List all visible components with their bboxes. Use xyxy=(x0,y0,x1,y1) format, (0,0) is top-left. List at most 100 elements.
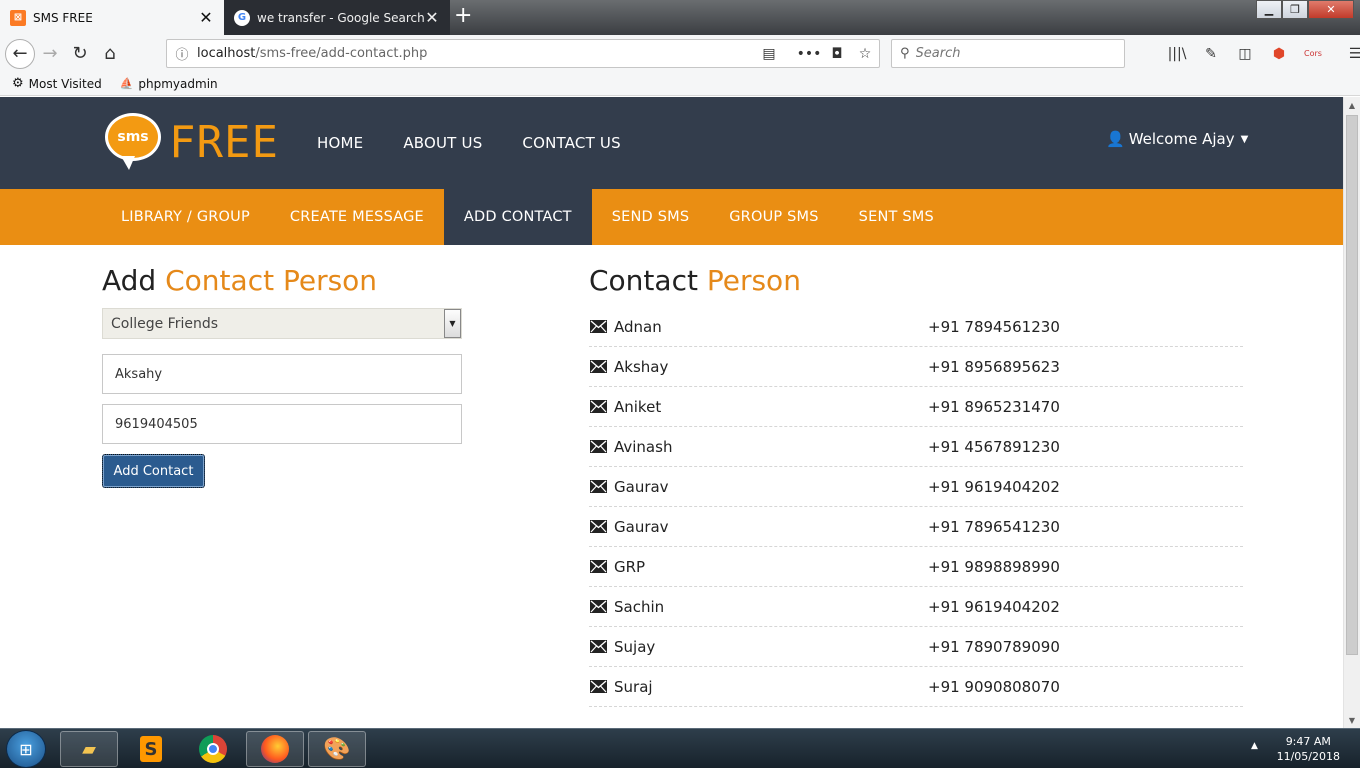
welcome-text: Welcome Ajay xyxy=(1128,130,1235,148)
cors-extension-icon[interactable]: Cors xyxy=(1296,39,1330,68)
bookmark-label: Most Visited xyxy=(28,76,102,91)
scroll-up-icon[interactable]: ▲ xyxy=(1344,97,1360,113)
pma-icon: ⛵ xyxy=(119,77,134,90)
sublime-text-icon[interactable]: S xyxy=(122,731,180,767)
contact-phone: +91 8956895623 xyxy=(928,357,1060,376)
info-icon[interactable]: ⓘ xyxy=(167,44,197,63)
close-tab-icon[interactable]: ✕ xyxy=(198,8,214,27)
contact-name: Avinash xyxy=(614,437,673,456)
bookmark-label: phpmyadmin xyxy=(138,76,218,91)
group-select[interactable]: College Friends ▼ xyxy=(102,308,462,339)
scrollbar-thumb[interactable] xyxy=(1346,115,1358,655)
contact-list-heading: Contact Person xyxy=(589,264,801,297)
subnav-sent-sms[interactable]: SENT SMS xyxy=(839,189,954,245)
forward-arrow-icon[interactable]: → xyxy=(35,39,65,69)
subnav-group-sms[interactable]: GROUP SMS xyxy=(709,189,838,245)
user-menu[interactable]: 👤 Welcome Ajay ▼ xyxy=(1106,130,1248,148)
minimize-icon[interactable]: ▁ xyxy=(1256,0,1282,19)
subnav-add-contact[interactable]: ADD CONTACT xyxy=(443,189,592,245)
page-actions-icon[interactable]: ••• xyxy=(795,46,823,62)
list-item[interactable]: Sujay +91 7890789090 xyxy=(589,627,1243,667)
firefox-icon[interactable] xyxy=(246,731,304,767)
scroll-down-icon[interactable]: ▼ xyxy=(1344,712,1360,728)
subnav-library-group[interactable]: LIBRARY / GROUP xyxy=(101,189,270,245)
contact-phone: +91 7896541230 xyxy=(928,517,1060,536)
list-item[interactable]: Adnan +91 7894561230 xyxy=(589,307,1243,347)
new-tab-icon[interactable]: + xyxy=(454,3,472,29)
gear-icon: ⚙ xyxy=(12,76,24,91)
contact-list: Adnan +91 7894561230 Akshay +91 89568956… xyxy=(589,307,1243,707)
back-arrow-icon[interactable]: ← xyxy=(5,38,35,69)
windows-taskbar: ⊞ ▰ S 🎨 ▲ 9:47 AM 11/05/2018 xyxy=(0,728,1360,768)
contact-name: Aniket xyxy=(614,397,662,416)
url-host: localhost xyxy=(197,46,256,61)
bookmark-most-visited[interactable]: ⚙ Most Visited xyxy=(12,76,102,91)
toolbar-right-icons: |||\ ✎ ◫ ⬢ Cors ☰ xyxy=(1160,39,1360,68)
show-hidden-icons-icon[interactable]: ▲ xyxy=(1251,741,1258,751)
sidebar-icon[interactable]: ◫ xyxy=(1228,39,1262,68)
library-icon[interactable]: |||\ xyxy=(1160,39,1194,68)
subnav-create-message[interactable]: CREATE MESSAGE xyxy=(270,189,444,245)
heading-plain: Add xyxy=(102,264,157,297)
dropdown-arrow-icon[interactable]: ▼ xyxy=(444,309,461,338)
browser-toolbar: ← → ↻ ⌂ ⓘ localhost/sms-free/add-contact… xyxy=(0,35,1360,72)
paint-icon[interactable]: 🎨 xyxy=(308,731,366,767)
search-box[interactable]: ⚲ xyxy=(891,39,1125,68)
envelope-icon xyxy=(590,440,607,453)
bookmarks-bar: ⚙ Most Visited ⛵ phpmyadmin xyxy=(0,72,1360,96)
site-logo[interactable]: sms FREE xyxy=(105,107,279,170)
shield-extension-icon[interactable]: ⬢ xyxy=(1262,39,1296,68)
xampp-favicon-icon: ⊠ xyxy=(10,9,26,26)
eyedropper-icon[interactable]: ✎ xyxy=(1194,39,1228,68)
heading-accent: Person xyxy=(706,264,801,297)
add-contact-button[interactable]: Add Contact xyxy=(102,454,205,488)
menu-icon[interactable]: ☰ xyxy=(1338,39,1360,68)
envelope-icon xyxy=(590,480,607,493)
window-controls: ▁ ❐ ✕ xyxy=(1256,0,1354,19)
address-bar[interactable]: ⓘ localhost/sms-free/add-contact.php ▤ •… xyxy=(166,39,880,68)
user-icon: 👤 xyxy=(1106,130,1125,148)
list-item[interactable]: Aniket +91 8965231470 xyxy=(589,387,1243,427)
nav-home[interactable]: HOME xyxy=(297,134,383,152)
reader-view-icon[interactable]: ▤ xyxy=(755,46,783,62)
close-window-icon[interactable]: ✕ xyxy=(1308,0,1354,19)
subnav-send-sms[interactable]: SEND SMS xyxy=(592,189,710,245)
list-item[interactable]: Gaurav +91 7896541230 xyxy=(589,507,1243,547)
windows-start-icon[interactable]: ⊞ xyxy=(6,730,46,768)
contact-name: Suraj xyxy=(614,677,653,696)
url-text[interactable]: localhost/sms-free/add-contact.php xyxy=(197,46,755,61)
search-input[interactable] xyxy=(915,46,1106,61)
system-clock[interactable]: 9:47 AM 11/05/2018 xyxy=(1277,734,1340,764)
close-tab-icon[interactable]: ✕ xyxy=(424,8,440,27)
nav-contact-us[interactable]: CONTACT US xyxy=(502,134,640,152)
pocket-icon[interactable]: ◘ xyxy=(823,46,851,62)
contact-phone-field[interactable] xyxy=(102,404,462,444)
contact-phone: +91 9898898990 xyxy=(928,557,1060,576)
maximize-icon[interactable]: ❐ xyxy=(1282,0,1308,19)
tab-google-search[interactable]: G we transfer - Google Search ✕ xyxy=(224,0,450,35)
contact-name-field[interactable] xyxy=(102,354,462,394)
clock-date: 11/05/2018 xyxy=(1276,750,1340,763)
list-item[interactable]: Sachin +91 9619404202 xyxy=(589,587,1243,627)
list-item[interactable]: Akshay +91 8956895623 xyxy=(589,347,1243,387)
reload-icon[interactable]: ↻ xyxy=(65,39,95,69)
envelope-icon xyxy=(590,640,607,653)
contact-phone: +91 9090808070 xyxy=(928,677,1060,696)
chrome-icon[interactable] xyxy=(184,731,242,767)
contact-phone: +91 7894561230 xyxy=(928,317,1060,336)
tab-sms-free[interactable]: ⊠ SMS FREE ✕ xyxy=(0,0,224,35)
bookmark-phpmyadmin[interactable]: ⛵ phpmyadmin xyxy=(120,77,218,91)
list-item[interactable]: GRP +91 9898898990 xyxy=(589,547,1243,587)
contact-name: Sujay xyxy=(614,637,656,656)
page-scrollbar[interactable]: ▲ ▼ xyxy=(1343,97,1360,728)
list-item[interactable]: Avinash +91 4567891230 xyxy=(589,427,1243,467)
file-explorer-icon[interactable]: ▰ xyxy=(60,731,118,767)
bookmark-star-icon[interactable]: ☆ xyxy=(851,46,879,62)
list-item[interactable]: Suraj +91 9090808070 xyxy=(589,667,1243,707)
list-item[interactable]: Gaurav +91 9619404202 xyxy=(589,467,1243,507)
home-icon[interactable]: ⌂ xyxy=(95,39,125,69)
nav-about-us[interactable]: ABOUT US xyxy=(383,134,502,152)
browser-tab-bar: ⊠ SMS FREE ✕ G we transfer - Google Sear… xyxy=(0,0,1360,35)
page-viewport: sms FREE HOME ABOUT US CONTACT US 👤 Welc… xyxy=(0,97,1343,728)
tab-title: SMS FREE xyxy=(33,10,93,25)
